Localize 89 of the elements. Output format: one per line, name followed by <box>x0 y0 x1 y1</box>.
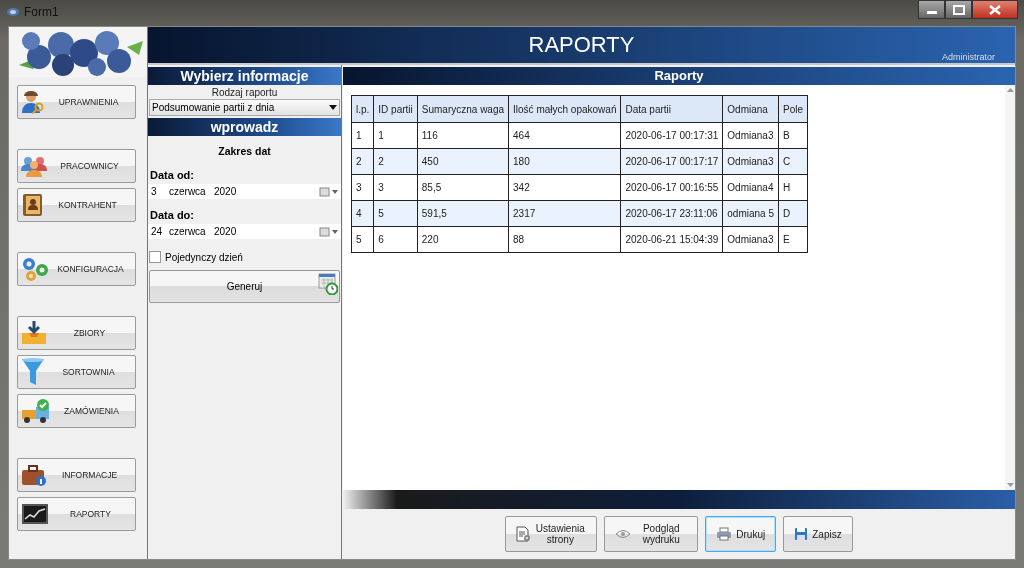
scrollbar[interactable] <box>1005 85 1015 490</box>
table-cell: 180 <box>508 148 621 175</box>
table-cell: Odmiana4 <box>722 174 779 201</box>
eye-icon <box>615 529 632 539</box>
column-header[interactable]: Odmiana <box>722 95 779 123</box>
maximize-icon <box>952 4 965 15</box>
sidebar-button[interactable]: PRACOWNICY <box>17 149 136 183</box>
table-cell: H <box>778 174 808 201</box>
date-to-label: Data do: <box>150 209 195 221</box>
table-cell: B <box>778 122 808 149</box>
column-header[interactable]: Data partii <box>620 95 723 123</box>
page-setup-button[interactable]: Ustawienia strony <box>505 516 598 552</box>
table-cell: 4 <box>351 200 374 227</box>
page-gear-icon <box>516 526 531 542</box>
report-type-dropdown[interactable]: Podsumowanie partii z dnia <box>149 99 340 116</box>
table-cell: 2 <box>351 148 374 175</box>
page-title: RAPORTY <box>528 32 635 58</box>
table-cell: 2020-06-17 00:16:55 <box>620 174 723 201</box>
column-header[interactable]: Pole <box>778 95 808 123</box>
table-cell: 116 <box>417 122 509 149</box>
sidebar-button[interactable]: RAPORTY <box>17 497 136 531</box>
table-cell: Odmiana3 <box>722 122 779 149</box>
gears-icon <box>21 256 49 282</box>
table-cell: 5 <box>351 226 374 253</box>
printer-icon <box>716 527 733 541</box>
table-cell: 3 <box>373 174 418 201</box>
close-icon <box>989 4 1001 15</box>
date-range-label: Zakres dat <box>217 145 272 157</box>
window-title: Form1 <box>24 5 59 19</box>
print-button[interactable]: Drukuj <box>705 516 777 552</box>
scroll-down-icon <box>1006 483 1014 487</box>
table-cell: 85,5 <box>417 174 509 201</box>
table-cell: 1 <box>373 122 418 149</box>
user-name: Administrator <box>942 52 995 62</box>
table-cell: 2020-06-17 00:17:17 <box>620 148 723 175</box>
panel-title: Wybierz informacje <box>148 67 341 85</box>
sidebar-button[interactable]: SORTOWNIA <box>17 355 136 389</box>
table-cell: 220 <box>417 226 509 253</box>
save-button[interactable]: Zapisz <box>783 516 853 552</box>
calendar-clock-icon <box>318 273 338 295</box>
panel-title: Raporty <box>343 67 1015 85</box>
column-header[interactable]: Sumaryczna waga <box>417 95 509 123</box>
print-preview-button[interactable]: Podgląd wydruku <box>604 516 699 552</box>
date-to-field[interactable]: 24 czerwca 2020 <box>148 224 341 239</box>
section-title: wprowadz <box>148 118 341 136</box>
table-cell: 3 <box>351 174 374 201</box>
truck-check-icon <box>21 398 51 424</box>
calendar-dropdown-icon <box>319 186 339 197</box>
app-icon <box>6 7 20 17</box>
table-cell: 591,5 <box>417 200 509 227</box>
user-key-icon <box>21 90 45 114</box>
table-cell: Odmiana3 <box>722 226 779 253</box>
generate-button[interactable]: Generuj <box>149 270 340 303</box>
sidebar-button[interactable]: ZAMÓWIENIA <box>17 394 136 428</box>
close-button[interactable] <box>972 0 1018 19</box>
contact-book-icon <box>21 193 43 217</box>
table-cell: 450 <box>417 148 509 175</box>
column-header[interactable]: l.p. <box>351 95 374 123</box>
sidebar-button[interactable]: UPRAWNIENIA <box>17 85 136 119</box>
chart-monitor-icon <box>21 503 49 525</box>
maximize-button[interactable] <box>945 0 972 19</box>
funnel-icon <box>21 357 45 387</box>
table-cell: E <box>778 226 808 253</box>
table-cell: 6 <box>373 226 418 253</box>
table-cell: 2020-06-17 00:17:31 <box>620 122 723 149</box>
single-day-checkbox[interactable]: Pojedynczy dzień <box>149 251 341 263</box>
column-header[interactable]: ID partii <box>373 95 418 123</box>
sidebar-button[interactable]: INFORMACJE <box>17 458 136 492</box>
dropdown-caret-icon <box>329 105 337 110</box>
scroll-up-icon <box>1006 88 1014 92</box>
report-type-label: Rodzaj raportu <box>210 87 279 98</box>
briefcase-info-icon <box>21 464 47 486</box>
column-header[interactable]: Ilość małych opakowań <box>508 95 621 123</box>
sidebar-button[interactable]: KONFIGURACJA <box>17 252 136 286</box>
table-cell: 88 <box>508 226 621 253</box>
date-from-label: Data od: <box>150 169 195 181</box>
table-cell: 1 <box>351 122 374 149</box>
inbox-download-icon <box>21 321 47 345</box>
table-cell: 342 <box>508 174 621 201</box>
date-from-field[interactable]: 3 czerwca 2020 <box>148 184 341 199</box>
table-cell: 2020-06-21 15:04:39 <box>620 226 723 253</box>
calendar-dropdown-icon <box>319 226 339 237</box>
minimize-button[interactable] <box>918 0 945 19</box>
sidebar-button[interactable]: KONTRAHENT <box>17 188 136 222</box>
table-cell: 2020-06-17 23:11:06 <box>620 200 723 227</box>
sidebar-button[interactable]: ZBIORY <box>17 316 136 350</box>
table-cell: 464 <box>508 122 621 149</box>
people-icon <box>21 155 47 177</box>
table-cell: 2317 <box>508 200 621 227</box>
